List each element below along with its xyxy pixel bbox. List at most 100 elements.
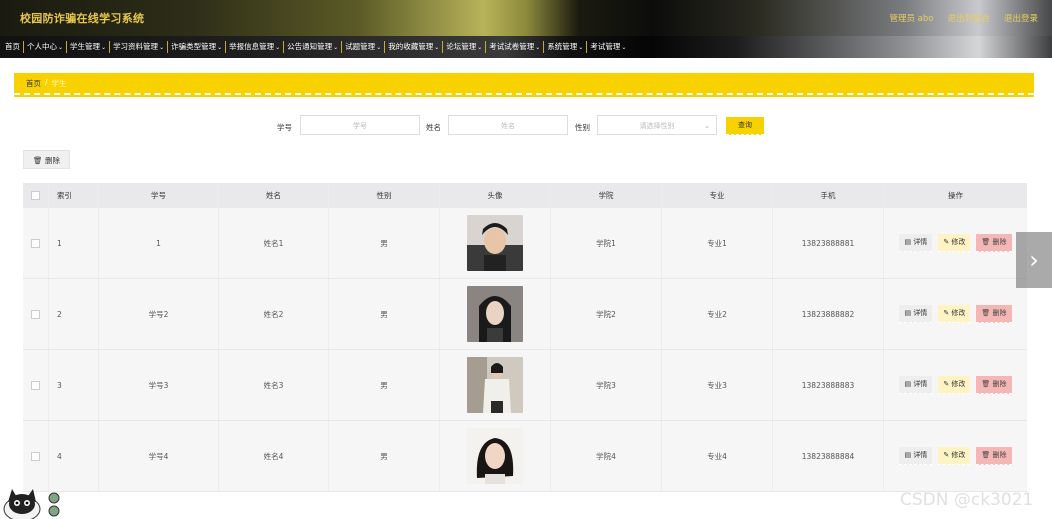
breadcrumb-current: 学生 (51, 79, 67, 88)
cell-college: 学院2 (551, 279, 662, 349)
detail-button[interactable]: ▤ 详情 (899, 447, 933, 465)
delete-button[interactable]: 🗑 删除 (976, 305, 1012, 323)
delete-button-label: 删除 (992, 309, 1007, 317)
top-header: 校园防诈骗在线学习系统 管理员 abo 退出到前台 退出登录 (0, 0, 1052, 36)
nav-item[interactable]: 个人中心⌄ (24, 41, 68, 53)
cell-name: 姓名2 (219, 279, 329, 349)
student-table: 索引 学号 姓名 性别 头像 学院 专业 手机 操作 1 1 姓名1 男学院1 专业1 1… (23, 183, 1027, 492)
avatar (467, 428, 523, 484)
nav-item-label: 公告通知管理 (287, 42, 333, 51)
table-row: 2 学号2 姓名2 男 学院2 专业2 13823888882 ▤ 详情 ✎ 修改 🗑 删除 (23, 279, 1027, 350)
cell-gender: 男 (329, 279, 440, 349)
cell-student-id: 学号3 (99, 350, 219, 420)
document-icon: ▤ (904, 309, 914, 317)
top-right-links: 管理员 abo 退出到前台 退出登录 (889, 12, 1038, 24)
avatar (467, 215, 523, 271)
delete-button[interactable]: 🗑 删除 (976, 376, 1012, 394)
chevron-down-icon: ⌄ (275, 44, 281, 51)
detail-button[interactable]: ▤ 详情 (899, 376, 933, 394)
nav-item[interactable]: 举报信息管理⌄ (226, 41, 285, 53)
row-checkbox[interactable] (23, 350, 49, 420)
nav-item[interactable]: 试题管理⌄ (342, 41, 386, 53)
cell-actions: ▤ 详情 ✎ 修改 🗑 删除 (884, 208, 1027, 278)
chevron-down-icon: ⌄ (704, 122, 710, 130)
edit-button[interactable]: ✎ 修改 (938, 234, 971, 252)
table-header: 索引 学号 姓名 性别 头像 学院 专业 手机 操作 (23, 183, 1027, 208)
current-user-label: 管理员 abo (889, 14, 934, 24)
cell-student-id: 1 (99, 208, 219, 278)
header-actions: 操作 (948, 191, 963, 200)
logout-link[interactable]: 退出登录 (1004, 12, 1038, 24)
document-icon: ▤ (904, 238, 914, 246)
breadcrumb-home[interactable]: 首页 (26, 78, 41, 89)
gender-select[interactable]: 请选择性别 ⌄ (597, 115, 717, 135)
main-nav: 首页 个人中心⌄ 学生管理⌄ 学习资料管理⌄ 诈骗类型管理⌄ 举报信息管理⌄ 公告通知管理⌄… (0, 36, 1052, 58)
delete-button[interactable]: 🗑 删除 (976, 447, 1012, 465)
student-id-label: 学号 (277, 123, 292, 132)
cell-phone: 13823888884 (773, 421, 884, 491)
next-arrow-button[interactable]: › (1016, 232, 1052, 288)
cell-phone: 13823888881 (773, 208, 884, 278)
back-to-frontend-link[interactable]: 退出到前台 (947, 12, 990, 24)
header-name: 姓名 (219, 183, 329, 208)
nav-item-label: 考试管理 (590, 42, 621, 51)
bulk-delete-button[interactable]: 🗑 删除 (23, 150, 70, 169)
cell-name: 姓名3 (219, 350, 329, 420)
trash-icon: 🗑 (981, 451, 993, 459)
nav-item[interactable]: 系统管理⌄ (544, 41, 588, 53)
cell-major: 专业1 (662, 208, 773, 278)
cell-actions: ▤ 详情 ✎ 修改 🗑 删除 (884, 350, 1027, 420)
trash-icon: 🗑 (981, 238, 993, 246)
mascot-cat-icon (3, 489, 60, 519)
nav-item[interactable]: 首页 (2, 41, 24, 53)
row-checkbox[interactable] (23, 208, 49, 278)
nav-item-label: 我的收藏管理 (388, 42, 434, 51)
query-button[interactable]: 查询 (726, 117, 764, 135)
delete-button-label: 删除 (992, 238, 1007, 246)
student-id-input[interactable]: 学号 (300, 115, 420, 135)
nav-item[interactable]: 学习资料管理⌄ (110, 41, 169, 53)
edit-button[interactable]: ✎ 修改 (938, 447, 971, 465)
detail-button-label: 详情 (913, 451, 928, 459)
chevron-down-icon: ⌄ (159, 44, 165, 51)
chevron-down-icon: ⌄ (434, 44, 440, 51)
nav-item[interactable]: 考试管理⌄ (587, 41, 629, 53)
detail-button[interactable]: ▤ 详情 (899, 234, 933, 252)
cell-index: 3 (49, 350, 99, 420)
gender-label: 性别 (575, 123, 590, 132)
nav-item-label: 诈骗类型管理 (171, 42, 217, 51)
cell-major: 专业3 (662, 350, 773, 420)
nav-item-label: 系统管理 (547, 42, 578, 51)
header-college: 学院 (551, 183, 662, 208)
nav-item[interactable]: 我的收藏管理⌄ (385, 41, 444, 53)
cell-college: 学院1 (551, 208, 662, 278)
select-all-checkbox[interactable] (23, 183, 49, 208)
header-major: 专业 (662, 183, 773, 208)
cell-avatar (440, 279, 551, 349)
bulk-delete-label: 删除 (44, 156, 60, 165)
row-checkbox[interactable] (23, 421, 49, 491)
cell-avatar (440, 421, 551, 491)
nav-item[interactable]: 学生管理⌄ (67, 41, 111, 53)
nav-item[interactable]: 诈骗类型管理⌄ (168, 41, 227, 53)
cell-index: 4 (49, 421, 99, 491)
header-student-id: 学号 (99, 183, 219, 208)
avatar (467, 286, 523, 342)
row-checkbox[interactable] (23, 279, 49, 349)
nav-item-label: 试题管理 (345, 42, 376, 51)
header-index: 索引 (49, 183, 99, 208)
detail-button[interactable]: ▤ 详情 (899, 305, 933, 323)
document-icon: ▤ (904, 451, 914, 459)
name-label: 姓名 (426, 123, 441, 132)
nav-item[interactable]: 论坛管理⌄ (443, 41, 487, 53)
nav-item[interactable]: 考试试卷管理⌄ (486, 41, 545, 53)
nav-item[interactable]: 公告通知管理⌄ (284, 41, 343, 53)
delete-button[interactable]: 🗑 删除 (976, 234, 1012, 252)
edit-button[interactable]: ✎ 修改 (938, 305, 971, 323)
cell-major: 专业2 (662, 279, 773, 349)
edit-button-label: 修改 (951, 451, 966, 459)
edit-button[interactable]: ✎ 修改 (938, 376, 971, 394)
name-input[interactable]: 姓名 (448, 115, 568, 135)
gender-select-placeholder: 请选择性别 (639, 122, 675, 130)
chevron-down-icon: ⌄ (621, 44, 627, 51)
